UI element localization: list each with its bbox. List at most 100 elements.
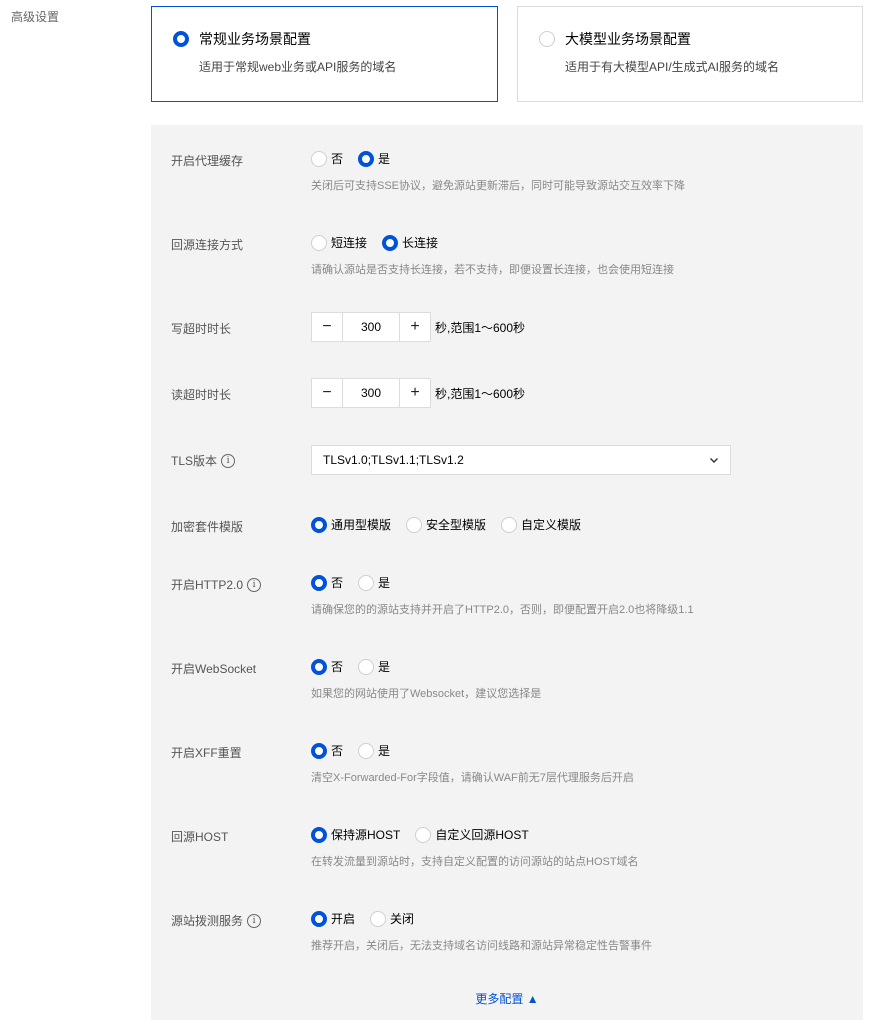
radio-custom[interactable] — [501, 516, 518, 533]
chevron-down-icon — [710, 458, 718, 463]
cipher-option-secure[interactable]: 安全型模版 — [406, 516, 486, 533]
websocket-option-no[interactable]: 否 — [311, 658, 343, 675]
read-timeout-label: 读超时时长 — [171, 388, 232, 402]
http2-label: 开启HTTP2.0 i — [171, 576, 262, 593]
origin-host-label: 回源HOST — [171, 830, 229, 844]
cipher-label: 加密套件模版 — [171, 520, 244, 534]
radio-off[interactable] — [370, 910, 387, 927]
write-timeout-stepper: − 300 + 秒,范围1～600秒 — [311, 312, 525, 342]
http2-options: 否 是 — [311, 574, 405, 591]
card-general-scenario[interactable]: 常规业务场景配置 适用于常规web业务或API服务的域名 — [151, 6, 498, 102]
write-timeout-value[interactable]: 300 — [342, 313, 400, 341]
option-label: 开启 — [331, 912, 356, 926]
write-timeout-minus-button[interactable]: − — [312, 313, 342, 341]
proxy-cache-option-no[interactable]: 否 — [311, 150, 343, 167]
advanced-config-panel: 开启代理缓存 否 是 关闭后可支持SSE协议，避免源站更新滞后，同时可能导致源站… — [151, 125, 863, 1020]
radio-no[interactable] — [311, 574, 327, 591]
radio-long[interactable] — [382, 234, 399, 251]
origin-conn-label: 回源连接方式 — [171, 238, 244, 252]
origin-host-option-keep[interactable]: 保持源HOST — [311, 826, 400, 843]
probe-info-icon[interactable]: i — [247, 913, 262, 928]
proxy-cache-option-yes[interactable]: 是 — [358, 150, 390, 167]
xff-option-no[interactable]: 否 — [311, 742, 343, 759]
option-label: 安全型模版 — [426, 518, 487, 532]
read-timeout-value[interactable]: 300 — [342, 379, 400, 407]
option-label: 是 — [378, 744, 391, 758]
tls-label: TLS版本 i — [171, 452, 236, 469]
cipher-options: 通用型模版 安全型模版 自定义模版 — [311, 516, 596, 533]
cipher-option-general[interactable]: 通用型模版 — [311, 516, 391, 533]
option-label: 否 — [331, 576, 344, 590]
radio-short[interactable] — [311, 234, 327, 251]
general-scenario-title: 常规业务场景配置 — [199, 31, 311, 47]
xff-options: 否 是 — [311, 742, 405, 759]
card-llm-scenario[interactable]: 大模型业务场景配置 适用于有大模型API/生成式AI服务的域名 — [517, 6, 863, 102]
radio-keep[interactable] — [311, 826, 327, 843]
option-label: 否 — [331, 152, 344, 166]
option-label: 关闭 — [390, 912, 415, 926]
radio-yes[interactable] — [358, 742, 375, 759]
option-label: 长连接 — [402, 236, 439, 250]
radio-custom[interactable] — [415, 826, 432, 843]
option-label: 否 — [331, 660, 344, 674]
proxy-cache-label: 开启代理缓存 — [171, 154, 244, 168]
http2-info-icon[interactable]: i — [247, 577, 262, 592]
read-timeout-minus-button[interactable]: − — [312, 379, 342, 407]
option-label: 是 — [378, 660, 391, 674]
read-timeout-unit: 秒,范围1～600秒 — [435, 386, 526, 401]
radio-secure[interactable] — [406, 516, 423, 533]
probe-option-on[interactable]: 开启 — [311, 910, 355, 927]
origin-conn-option-long[interactable]: 长连接 — [382, 234, 438, 251]
radio-yes[interactable] — [358, 574, 375, 591]
radio-no[interactable] — [311, 658, 327, 675]
origin-conn-options: 短连接 长连接 — [311, 234, 453, 251]
radio-on[interactable] — [311, 910, 327, 927]
option-label: 是 — [378, 576, 391, 590]
radio-yes[interactable] — [358, 150, 375, 167]
http2-option-yes[interactable]: 是 — [358, 574, 390, 591]
origin-conn-hint: 请确认源站是否支持长连接，若不支持，即便设置长连接，也会使用短连接 — [311, 264, 674, 276]
llm-scenario-radio[interactable] — [539, 31, 555, 47]
probe-hint: 推荐开启，关闭后，无法支持域名访问线路和源站异常稳定性告警事件 — [311, 940, 652, 952]
read-timeout-plus-button[interactable]: + — [400, 379, 430, 407]
radio-yes[interactable] — [358, 658, 375, 675]
http2-hint: 请确保您的的源站支持并开启了HTTP2.0，否则，即便配置开启2.0也将降级1.… — [311, 604, 694, 616]
general-scenario-radio[interactable] — [173, 31, 189, 47]
proxy-cache-hint: 关闭后可支持SSE协议，避免源站更新滞后，同时可能导致源站交互效率下降 — [311, 180, 686, 192]
advanced-settings-label: 高级设置 — [11, 10, 60, 24]
option-label: 是 — [378, 152, 391, 166]
radio-general[interactable] — [311, 516, 327, 533]
http2-option-no[interactable]: 否 — [311, 574, 343, 591]
tls-info-icon[interactable]: i — [221, 453, 236, 468]
probe-option-off[interactable]: 关闭 — [370, 910, 414, 927]
option-label: 保持源HOST — [331, 828, 401, 842]
write-timeout-label: 写超时时长 — [171, 322, 232, 336]
general-scenario-desc: 适用于常规web业务或API服务的域名 — [199, 60, 397, 74]
tls-select[interactable]: TLSv1.0;TLSv1.1;TLSv1.2 — [311, 445, 731, 475]
radio-no[interactable] — [311, 742, 327, 759]
option-label: 否 — [331, 744, 344, 758]
probe-options: 开启 关闭 — [311, 910, 429, 927]
write-timeout-plus-button[interactable]: + — [400, 313, 430, 341]
option-label: 自定义模版 — [521, 518, 582, 532]
websocket-options: 否 是 — [311, 658, 405, 675]
option-label: 通用型模版 — [331, 518, 392, 532]
tls-select-value: TLSv1.0;TLSv1.1;TLSv1.2 — [323, 453, 464, 467]
cipher-option-custom[interactable]: 自定义模版 — [501, 516, 581, 533]
read-timeout-stepper: − 300 + 秒,范围1～600秒 — [311, 378, 525, 408]
websocket-label: 开启WebSocket — [171, 662, 257, 676]
xff-option-yes[interactable]: 是 — [358, 742, 390, 759]
xff-label: 开启XFF重置 — [171, 746, 242, 760]
origin-host-option-custom[interactable]: 自定义回源HOST — [415, 826, 529, 843]
probe-label: 源站拨测服务 i — [171, 912, 262, 929]
origin-conn-option-short[interactable]: 短连接 — [311, 234, 367, 251]
write-timeout-unit: 秒,范围1～600秒 — [435, 320, 526, 335]
xff-hint: 清空X-Forwarded-For字段值，请确认WAF前无7层代理服务后开启 — [311, 772, 634, 784]
option-label: 短连接 — [331, 236, 368, 250]
websocket-option-yes[interactable]: 是 — [358, 658, 390, 675]
llm-scenario-desc: 适用于有大模型API/生成式AI服务的域名 — [565, 60, 780, 74]
origin-host-options: 保持源HOST 自定义回源HOST — [311, 826, 544, 843]
more-config-link[interactable]: 更多配置 ▲ — [151, 990, 863, 1007]
llm-scenario-title: 大模型业务场景配置 — [565, 31, 691, 47]
radio-no[interactable] — [311, 150, 327, 167]
